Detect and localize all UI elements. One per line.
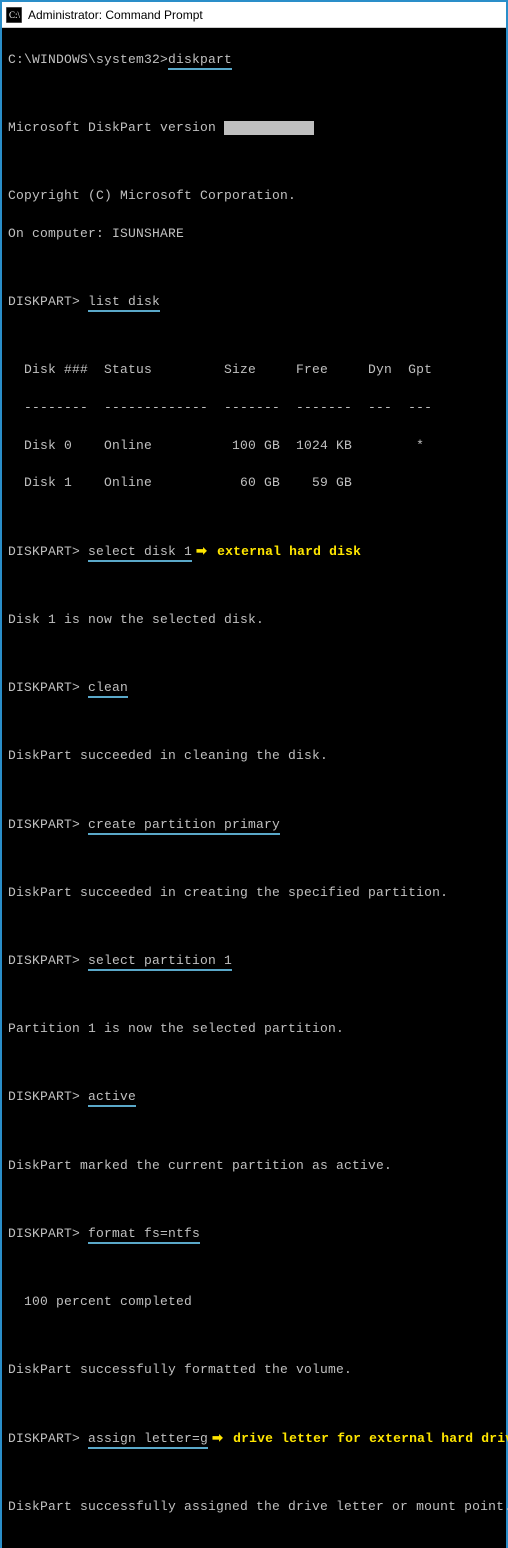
prompt-list-disk: DISKPART> list disk [8, 293, 500, 312]
msg-select-part: Partition 1 is now the selected partitio… [8, 1020, 500, 1039]
window-title: Administrator: Command Prompt [28, 8, 203, 22]
version-redacted [224, 121, 314, 135]
table-header: Disk ### Status Size Free Dyn Gpt [8, 361, 500, 380]
prompt-line: C:\WINDOWS\system32>diskpart [8, 51, 500, 70]
cmd-clean: clean [88, 680, 128, 698]
copyright-line: Copyright (C) Microsoft Corporation. [8, 187, 500, 206]
cmd-diskpart: diskpart [168, 52, 232, 70]
cmd-active: active [88, 1089, 136, 1107]
arrow-icon: ➡ [196, 543, 207, 562]
table-row: Disk 1 Online 60 GB 59 GB [8, 474, 500, 493]
cmd-icon: C:\ [6, 7, 22, 23]
prompt-clean: DISKPART> clean [8, 679, 500, 698]
cmd-list-disk: list disk [88, 294, 160, 312]
svg-text:C:\: C:\ [9, 10, 21, 20]
prompt-create-part: DISKPART> create partition primary [8, 816, 500, 835]
msg-active: DiskPart marked the current partition as… [8, 1157, 500, 1176]
prompt-active: DISKPART> active [8, 1088, 500, 1107]
terminal-body[interactable]: C:\WINDOWS\system32>diskpart Microsoft D… [2, 28, 506, 1548]
msg-format: DiskPart successfully formatted the volu… [8, 1361, 500, 1380]
cmd-create-partition: create partition primary [88, 817, 280, 835]
annotation-drive-letter: drive letter for external hard drive [233, 1431, 508, 1446]
cmd-format: format fs=ntfs [88, 1226, 200, 1244]
prompt-select-part: DISKPART> select partition 1 [8, 952, 500, 971]
prompt-assign: DISKPART> assign letter=g➡ drive letter … [8, 1430, 500, 1449]
cmd-assign-letter: assign letter=g [88, 1431, 208, 1449]
msg-clean: DiskPart succeeded in cleaning the disk. [8, 747, 500, 766]
prompt-format: DISKPART> format fs=ntfs [8, 1225, 500, 1244]
msg-assign: DiskPart successfully assigned the drive… [8, 1498, 500, 1517]
version-line: Microsoft DiskPart version [8, 119, 500, 138]
cmd-select-partition: select partition 1 [88, 953, 232, 971]
table-row: Disk 0 Online 100 GB 1024 KB * [8, 437, 500, 456]
cmd-select-disk: select disk 1 [88, 544, 192, 562]
window-titlebar: C:\ Administrator: Command Prompt [2, 2, 506, 28]
computer-line: On computer: ISUNSHARE [8, 225, 500, 244]
msg-create-part: DiskPart succeeded in creating the speci… [8, 884, 500, 903]
msg-selected-disk: Disk 1 is now the selected disk. [8, 611, 500, 630]
annotation-external-disk: external hard disk [217, 544, 361, 559]
table-sep: -------- ------------- ------- ------- -… [8, 399, 500, 418]
arrow-icon: ➡ [212, 1430, 223, 1449]
msg-progress: 100 percent completed [8, 1293, 500, 1312]
prompt-select-disk: DISKPART> select disk 1➡ external hard d… [8, 543, 500, 562]
